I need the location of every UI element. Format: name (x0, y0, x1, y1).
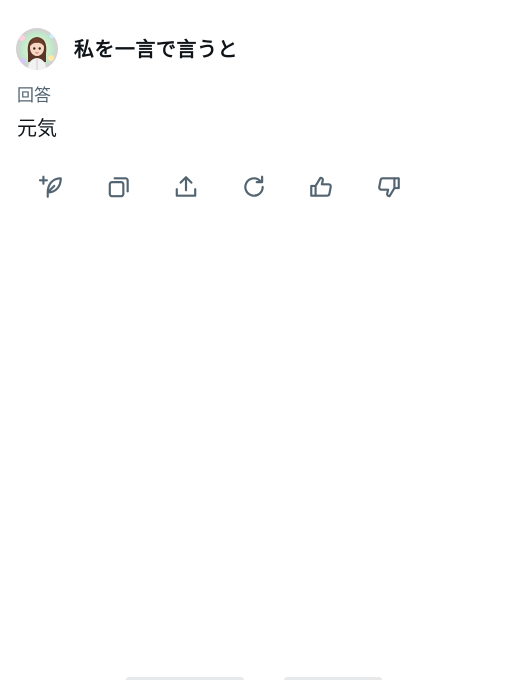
sparkle-feather-icon (38, 175, 62, 198)
sparkle-feather-button[interactable] (37, 173, 65, 201)
regenerate-button[interactable] (240, 173, 268, 201)
action-bar (37, 173, 442, 201)
avatar-illustration (16, 28, 58, 70)
thumbs-down-icon (377, 177, 400, 198)
answer-text: 元気 (17, 116, 57, 140)
share-icon (175, 176, 197, 197)
header: 私を一言で言うと (16, 28, 238, 70)
dislike-button[interactable] (375, 173, 403, 201)
regenerate-icon (243, 175, 264, 197)
copy-button[interactable] (105, 173, 133, 201)
answer-label: 回答 (17, 86, 51, 106)
thumbs-up-icon (310, 176, 332, 197)
like-button[interactable] (307, 173, 335, 201)
avatar[interactable] (16, 28, 58, 70)
share-button[interactable] (172, 173, 200, 201)
page-title: 私を一言で言うと (74, 37, 238, 61)
copy-icon (108, 177, 129, 198)
